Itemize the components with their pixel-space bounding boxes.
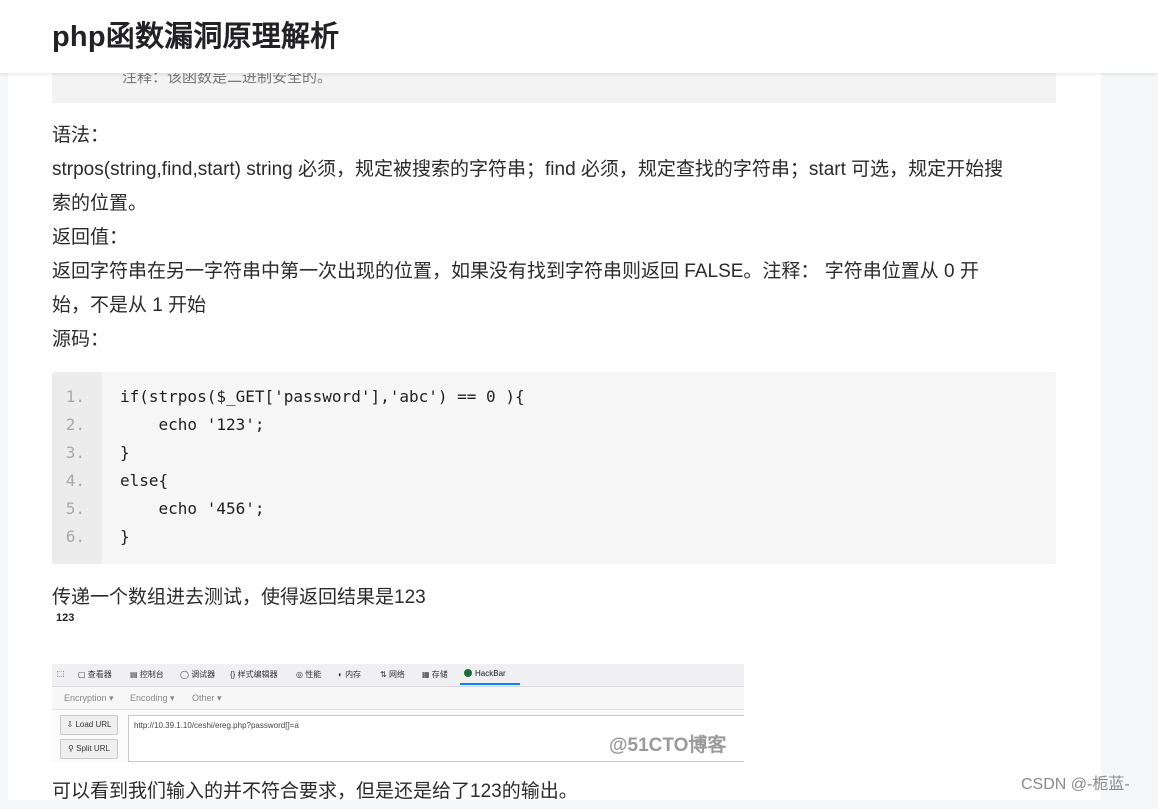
code-line: 3. } xyxy=(52,439,1056,467)
devtools-tabbar: ⬚ ▢ 查看器 ▤ 控制台 ◯ 调试器 {} 样式编辑器 ◎ 性能 ◐ 内存 ⇅… xyxy=(52,664,744,687)
syntax-text-line1: strpos(string,find,start) string 必须，规定被搜… xyxy=(52,159,1004,180)
url-text: http://10.39.1.10/ceshi/ereg.php?passwor… xyxy=(134,721,299,730)
code-text: echo '456'; xyxy=(120,499,265,518)
syntax-text-line2: 索的位置。 xyxy=(52,193,148,214)
line-number: 4. xyxy=(65,471,85,490)
tab-console[interactable]: ▤ 控制台 xyxy=(130,669,164,680)
hackbar-menu-row: Encryption ▾ Encoding ▾ Other ▾ xyxy=(52,687,744,710)
line-number: 6. xyxy=(65,527,85,546)
tab-storage[interactable]: ▦ 存储 xyxy=(422,669,448,680)
tab-performance[interactable]: ◎ 性能 xyxy=(296,669,321,680)
csdn-watermark: CSDN @-栀蓝- xyxy=(1021,776,1130,793)
line-number: 2. xyxy=(65,415,85,434)
split-url-button[interactable]: ⚲ Split URL xyxy=(60,739,118,759)
active-tab-indicator xyxy=(460,683,520,685)
load-url-button[interactable]: ⇩ Load URL xyxy=(60,715,118,735)
return-text-line2: 始，不是从 1 开始 xyxy=(52,295,207,316)
line-number: 5. xyxy=(65,499,85,518)
tab-network[interactable]: ⇅ 网络 xyxy=(380,669,405,680)
encoding-menu[interactable]: Encoding ▾ xyxy=(130,693,175,704)
hackbar-icon xyxy=(464,669,472,677)
inspect-icon: ⬚ xyxy=(57,669,65,678)
conclusion-text: 可以看到我们输入的并不符合要求，但是还是给了123的输出。 xyxy=(52,781,578,802)
tab-inspector[interactable]: ▢ 查看器 xyxy=(78,669,112,680)
tab-hackbar[interactable]: HackBar xyxy=(464,669,506,678)
code-line: 5. echo '456'; xyxy=(52,495,1056,523)
test-description: 传递一个数组进去测试，使得返回结果是123 xyxy=(52,587,426,608)
encryption-menu[interactable]: Encryption ▾ xyxy=(64,693,114,704)
syntax-label: 语法： xyxy=(52,125,110,146)
line-number: 1. xyxy=(65,387,85,406)
image-watermark: @51CTO博客 xyxy=(609,735,727,756)
code-line: 2. echo '123'; xyxy=(52,411,1056,439)
code-line: 1. if(strpos($_GET['password'],'abc') ==… xyxy=(52,383,1056,411)
code-block: 1. if(strpos($_GET['password'],'abc') ==… xyxy=(52,372,1056,564)
code-text: } xyxy=(120,527,130,546)
other-menu[interactable]: Other ▾ xyxy=(192,693,222,704)
code-text: if(strpos($_GET['password'],'abc') == 0 … xyxy=(120,387,525,406)
page-title: php函数漏洞原理解析 xyxy=(52,21,340,53)
return-label: 返回值： xyxy=(52,227,129,248)
output-result: 123 xyxy=(56,612,75,624)
source-label: 源码： xyxy=(52,329,110,350)
load-url-icon: ⇩ xyxy=(66,720,74,729)
code-line: 4. else{ xyxy=(52,467,1056,495)
line-number: 3. xyxy=(65,443,85,462)
tab-style-editor[interactable]: {} 样式编辑器 xyxy=(230,669,278,680)
split-url-icon: ⚲ xyxy=(68,744,74,753)
code-text: else{ xyxy=(120,471,169,490)
devtools-screenshot: ⬚ ▢ 查看器 ▤ 控制台 ◯ 调试器 {} 样式编辑器 ◎ 性能 ◐ 内存 ⇅… xyxy=(52,664,744,762)
code-text: } xyxy=(120,443,130,462)
code-text: echo '123'; xyxy=(120,415,265,434)
code-line: 6. } xyxy=(52,523,1056,551)
article-header: php函数漏洞原理解析 xyxy=(0,0,1158,73)
tab-memory[interactable]: ◐ 内存 xyxy=(338,669,361,680)
return-text-line1: 返回字符串在另一字符串中第一次出现的位置，如果没有找到字符串则返回 FALSE。… xyxy=(52,261,979,282)
tab-debugger[interactable]: ◯ 调试器 xyxy=(180,669,215,680)
